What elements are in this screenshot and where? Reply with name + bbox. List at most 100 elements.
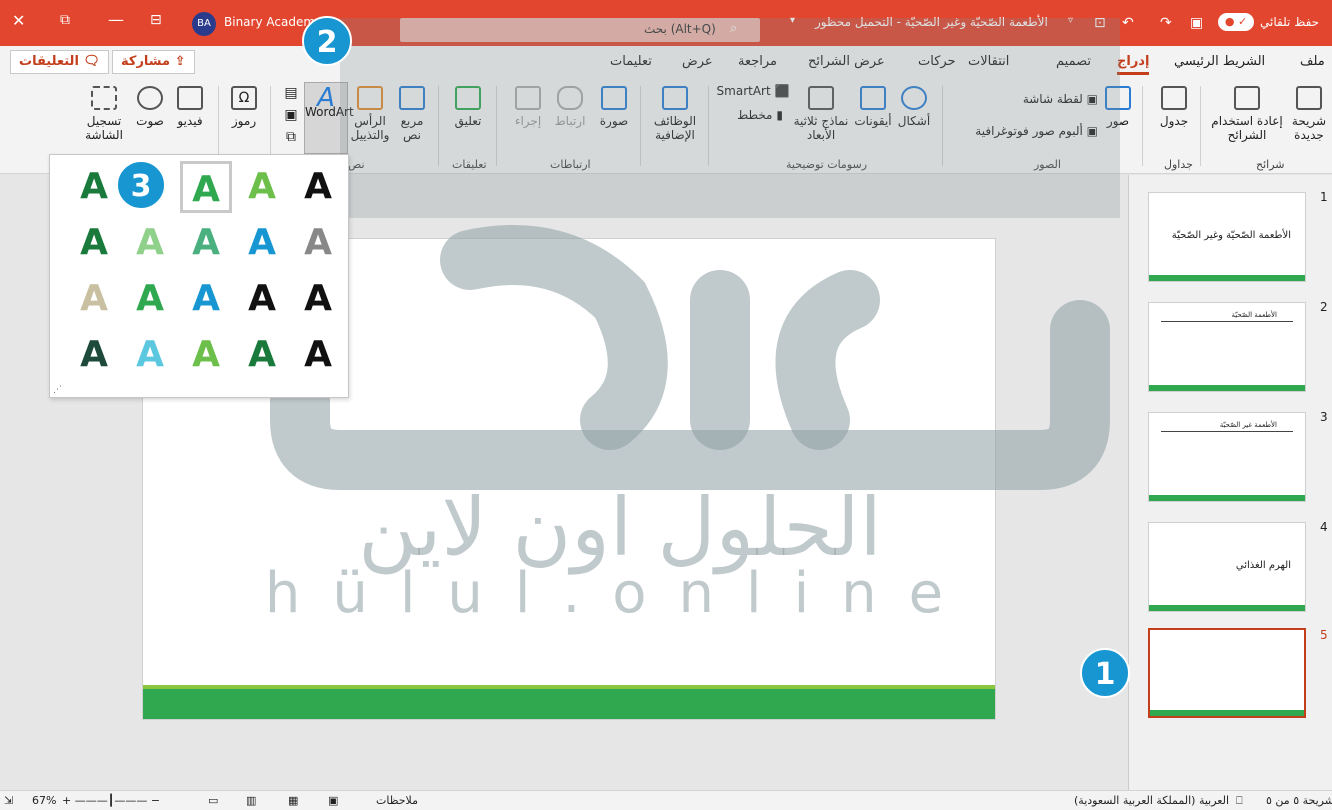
present-icon[interactable]: ⊡ [1094,15,1106,31]
slide-number: 3 [1320,410,1328,424]
reuse-slides-label: إعادة استخدام الشرائح [1211,114,1283,142]
link-button[interactable]: ارتباط [550,86,590,128]
normal-view-icon[interactable]: ▣ [328,794,338,807]
accessibility-icon[interactable]: ⎕ [1236,794,1243,808]
thumbnail-line [1161,431,1293,432]
user-name[interactable]: Binary Academ [224,15,315,29]
tab-design[interactable]: تصميم [1056,54,1091,69]
document-title: الأطعمة الصّحيّة وغير الصّحيّة - التحميل… [815,15,1048,29]
wordart-style-4-5[interactable]: A [292,329,344,381]
wordart-style-2-1[interactable]: A [68,217,120,269]
sorter-view-icon[interactable]: ▦ [288,794,298,807]
wordart-style-4-1[interactable]: A [68,329,120,381]
smartart-button[interactable]: SmartArt ⬛ [716,84,790,98]
zoom-button[interactable]: صورة [594,86,634,128]
redo-icon[interactable]: ↷ [1160,15,1172,31]
tab-transitions[interactable]: انتقالات [968,54,1009,69]
autosave-toggle[interactable]: ● ✓ [1218,13,1254,31]
thumbnail-title: الأطعمة غير الصّحيّة [1219,421,1277,429]
action-button[interactable]: إجراء [508,86,548,128]
search-input[interactable]: بحث (Alt+Q) [644,22,716,36]
comments-button[interactable]: التعليقات 🗨 [10,50,109,74]
tab-insert[interactable]: إدراج [1117,54,1150,75]
icons-button[interactable]: أيقونات [850,86,896,128]
wordart-style-1-4[interactable]: A [292,161,344,213]
header-footer-button[interactable]: الرأس والتذييل [348,86,392,142]
chevron-down-icon[interactable]: ▾ [790,15,795,26]
wordart-style-3-4[interactable]: A [236,273,288,325]
screenshot-button[interactable]: لقطة شاشة ▣ [1000,92,1098,106]
smartart-label: SmartArt [716,84,771,98]
customize-icon[interactable]: ▿ [1068,15,1073,26]
language-status[interactable]: العربية (المملكة العربية السعودية) [1074,794,1229,807]
wordart-style-4-3[interactable]: A [180,329,232,381]
wordart-style-1-2[interactable]: A [180,161,232,213]
reading-view-icon[interactable]: ▥ [246,794,256,807]
restore-icon[interactable]: ⧉ [60,12,70,28]
wordart-style-1-3[interactable]: A [236,161,288,213]
textbox-button[interactable]: مربع نص [390,86,434,142]
close-icon[interactable]: ✕ [12,11,25,30]
wordart-style-2-4[interactable]: A [236,217,288,269]
object-button[interactable]: ⧉ [282,130,300,144]
pictures-button[interactable]: صور [1098,86,1138,128]
slide-thumbnail-1[interactable]: الأطعمة الصّحيّة وغير الصّحيّة [1148,192,1306,282]
slide-thumbnail-2[interactable]: الأطعمة الصّحيّة [1148,302,1306,392]
video-icon [177,86,203,110]
photo-album-button[interactable]: ألبوم صور فوتوغرافية ▣ [950,124,1098,138]
wordart-style-4-4[interactable]: A [236,329,288,381]
notes-button[interactable]: ملاحظات [376,794,418,807]
tab-slideshow[interactable]: عرض الشرائح [808,54,885,69]
wordart-style-2-5[interactable]: A [292,217,344,269]
slideshow-view-icon[interactable]: ▭ [208,794,218,807]
wordart-button[interactable]: A WordArt [304,82,354,154]
chart-button[interactable]: مخطط ▮ [730,108,790,122]
audio-button[interactable]: صوت [130,86,170,128]
search-box[interactable]: بحث (Alt+Q) ⌕ [400,18,760,42]
wordart-style-1-1[interactable]: A [68,161,120,213]
tab-help[interactable]: تعليمات [610,54,652,69]
tab-view[interactable]: عرض [682,54,713,69]
resize-grip-icon[interactable]: ⋰ [53,385,62,395]
reuse-slides-button[interactable]: إعادة استخدام الشرائح [1210,86,1284,142]
slide-number-button[interactable]: ▣ [282,108,300,122]
tab-review[interactable]: مراجعة [738,54,777,69]
video-button[interactable]: فيديو [170,86,210,128]
wordart-style-4-2[interactable]: A [124,329,176,381]
share-button[interactable]: مشاركة ⇪ [112,50,195,74]
tab-home[interactable]: الشريط الرئيسي [1174,54,1265,69]
minimize-icon[interactable]: — [108,10,124,29]
slide-thumbnail-3[interactable]: الأطعمة غير الصّحيّة [1148,412,1306,502]
symbols-button[interactable]: Ω رموز [226,86,262,128]
comment-button[interactable]: تعليق [446,86,490,128]
save-icon[interactable]: ▣ [1190,15,1203,31]
zoom-level[interactable]: 67% [32,794,56,807]
shapes-button[interactable]: أشكال [894,86,934,128]
wordart-style-3-2[interactable]: A [124,273,176,325]
wordart-style-3-5[interactable]: A [292,273,344,325]
fit-icon[interactable]: ⇲ [4,794,13,807]
avatar[interactable]: BA [192,12,216,36]
screen-recording-button[interactable]: تسجيل الشاشة [80,86,128,142]
new-slide-button[interactable]: شريحة جديدة [1286,86,1332,142]
3d-models-button[interactable]: نماذج ثلاثية الأبعاد [790,86,852,142]
zoom-slider[interactable]: + ———┃——— − [62,794,160,807]
tab-animations[interactable]: حركات [918,54,956,69]
slide-thumbnail-4[interactable]: الهرم الغذائي [1148,522,1306,612]
wordart-style-2-2[interactable]: A [124,217,176,269]
undo-icon[interactable]: ↶ [1122,15,1134,31]
addins-icon [662,86,688,110]
addins-button[interactable]: الوظائف الإضافية [648,86,702,142]
wordart-style-2-3[interactable]: A [180,217,232,269]
audio-icon [137,86,163,110]
icons-label: أيقونات [854,114,892,128]
wordart-style-3-3[interactable]: A [180,273,232,325]
ribbon-display-icon[interactable]: ⊟ [150,12,162,28]
thumbnail-bar [1149,275,1305,281]
group-illustrations-label: رسومات توضيحية [786,158,868,171]
tab-file[interactable]: ملف [1300,54,1325,69]
table-button[interactable]: جدول [1152,86,1196,128]
date-time-button[interactable]: ▤ [282,86,300,100]
slide-thumbnail-5[interactable] [1148,628,1306,718]
wordart-style-3-1[interactable]: A [68,273,120,325]
